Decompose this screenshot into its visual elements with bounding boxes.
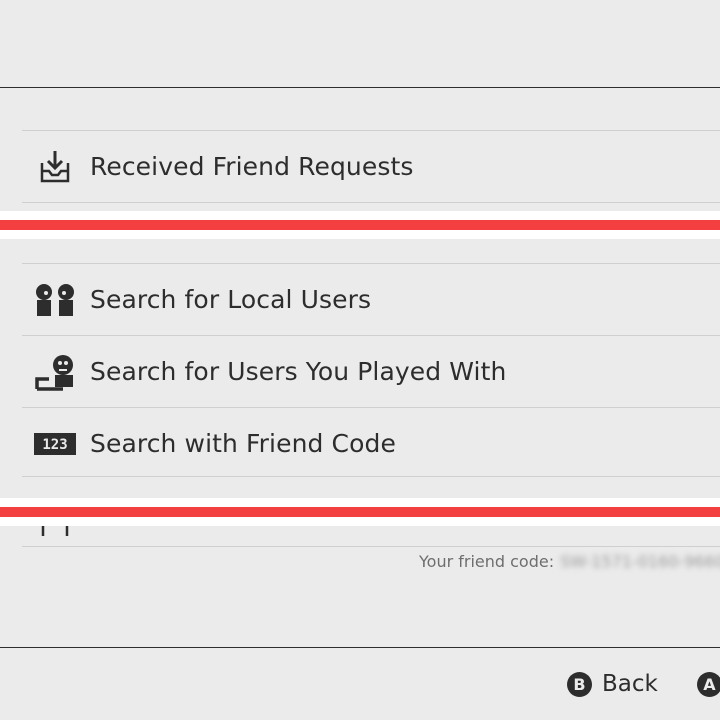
user-played-with-icon (32, 352, 78, 392)
back-label: Back (602, 671, 658, 697)
ok-button[interactable]: A (697, 668, 720, 700)
search-played-with-item[interactable]: Search for Users You Played With (22, 336, 720, 407)
friend-code-info: Your friend code: SW-1571-0160-9660 (419, 552, 720, 571)
two-users-icon (32, 280, 78, 320)
search-played-with-label: Search for Users You Played With (90, 357, 507, 386)
a-button-icon: A (697, 671, 720, 697)
b-button-icon: B (567, 671, 592, 697)
search-friend-code-label: Search with Friend Code (90, 429, 396, 458)
svg-text:123: 123 (42, 437, 67, 453)
selection-highlight-top (0, 211, 720, 239)
header-divider (0, 87, 720, 88)
friend-code-label: Your friend code: (419, 552, 555, 571)
friend-menu-list: Received Friend Requests Search for Loca… (22, 130, 720, 479)
search-local-users-item[interactable]: Search for Local Users (22, 264, 720, 335)
back-button[interactable]: B Back (567, 668, 658, 700)
received-friend-requests-item[interactable]: Received Friend Requests (22, 131, 720, 202)
inbox-download-icon (32, 147, 78, 187)
list-divider (22, 476, 720, 477)
footer-divider (0, 647, 720, 648)
friend-code-value: SW-1571-0160-9660 (560, 552, 720, 571)
friend-code-123-icon: 123 (32, 424, 78, 464)
search-friend-code-item[interactable]: 123 Search with Friend Code (22, 408, 720, 479)
list-divider (22, 546, 720, 547)
search-local-users-label: Search for Local Users (90, 285, 372, 314)
received-friend-requests-label: Received Friend Requests (90, 152, 414, 181)
selection-highlight-bottom (0, 498, 720, 526)
